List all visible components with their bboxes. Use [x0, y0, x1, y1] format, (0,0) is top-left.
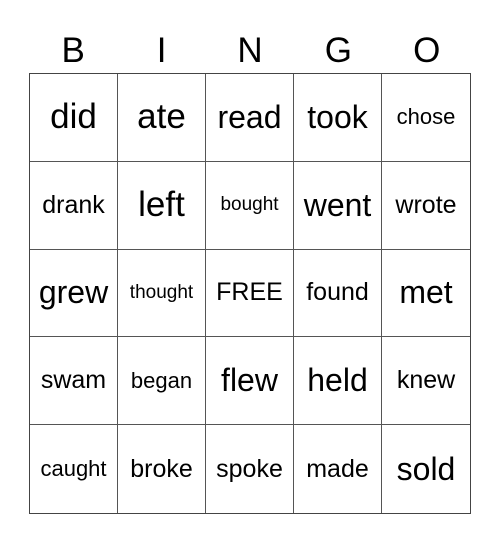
bingo-cell: ate — [118, 74, 206, 162]
bingo-cell: sold — [396, 450, 456, 487]
bingo-cell: held — [294, 337, 382, 426]
bingo-grid: did ate read took chose drank left bough… — [29, 73, 471, 514]
bingo-cell: went — [294, 161, 382, 250]
bingo-cell: made — [294, 425, 382, 513]
bingo-cell: grew — [30, 249, 118, 338]
bingo-cell: broke — [118, 425, 206, 513]
bingo-cell: chose — [382, 74, 470, 162]
bingo-cell: flew — [206, 337, 294, 426]
bingo-cell: knew — [382, 337, 470, 426]
bingo-cell: bought — [206, 161, 294, 250]
bingo-cell: took — [294, 74, 382, 162]
bingo-cell: caught — [30, 425, 118, 513]
bingo-cell: wrote — [382, 162, 470, 250]
bingo-cell: found — [294, 249, 382, 338]
bingo-cell: spoke — [206, 425, 294, 513]
bingo-cell: left — [118, 161, 206, 250]
bingo-cell: did — [30, 74, 118, 162]
header-letter-o: O — [413, 31, 441, 70]
header-letter-b: B — [61, 31, 85, 70]
header-letter-n: N — [237, 31, 263, 70]
header-letter-i: I — [156, 31, 167, 70]
bingo-cell: swam — [30, 337, 118, 426]
bingo-cell: began — [118, 337, 206, 426]
bingo-cell: thought — [118, 249, 206, 338]
header-letter-g: G — [324, 31, 352, 70]
bingo-header: B I N G O — [29, 28, 471, 73]
bingo-cell: read — [206, 74, 294, 162]
bingo-cell: met — [382, 250, 470, 338]
bingo-cell: drank — [30, 161, 118, 250]
free-space: FREE — [206, 249, 294, 338]
